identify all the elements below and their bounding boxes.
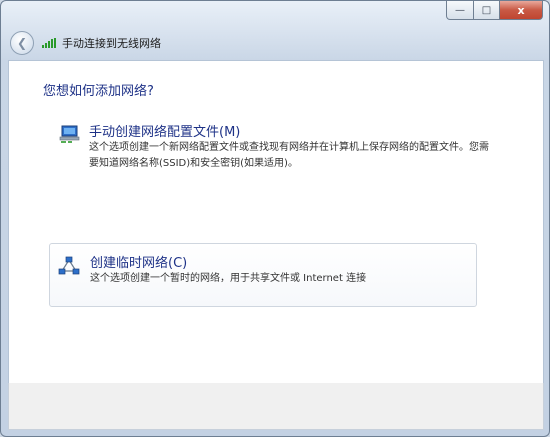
maximize-button[interactable]: □ [474,1,500,20]
option-description: 这个选项创建一个暂时的网络，用于共享文件或 Internet 连接 [90,273,367,284]
option-adhoc-network[interactable]: 创建临时网络(C) 这个选项创建一个暂时的网络，用于共享文件或 Internet… [49,243,477,307]
maximize-icon: □ [481,4,492,16]
option-description: 这个选项创建一个新网络配置文件或查找现有网络并在计算机上保存网络的配置文件。您需… [89,142,489,169]
dialog-window: — □ x ❮ 手动连接到无线网络 您想如何添加网络? 手动创建网络配置文件(M… [0,0,550,437]
navigation-bar: ❮ 手动连接到无线网络 [8,26,542,60]
minimize-icon: — [455,4,465,16]
wireless-signal-icon [42,38,56,48]
wireless-computer-icon [59,123,81,145]
option-title: 手动创建网络配置文件(M) [89,125,241,140]
window-controls: — □ x [446,1,543,20]
option-manual-profile[interactable]: 手动创建网络配置文件(M) 这个选项创建一个新网络配置文件或查找现有网络并在计算… [51,117,491,177]
close-button[interactable]: x [500,1,543,20]
minimize-button[interactable]: — [446,1,474,20]
close-icon: x [517,3,525,17]
content-area: 您想如何添加网络? 手动创建网络配置文件(M) 这个选项创建一个新网络配置文件或… [8,60,544,384]
dialog-footer [8,383,544,430]
adhoc-network-icon [58,256,80,276]
window-title: 手动连接到无线网络 [62,37,161,50]
option-title: 创建临时网络(C) [90,256,188,271]
page-heading: 您想如何添加网络? [43,84,154,99]
back-button[interactable]: ❮ [10,31,34,55]
back-arrow-icon: ❮ [16,36,28,50]
